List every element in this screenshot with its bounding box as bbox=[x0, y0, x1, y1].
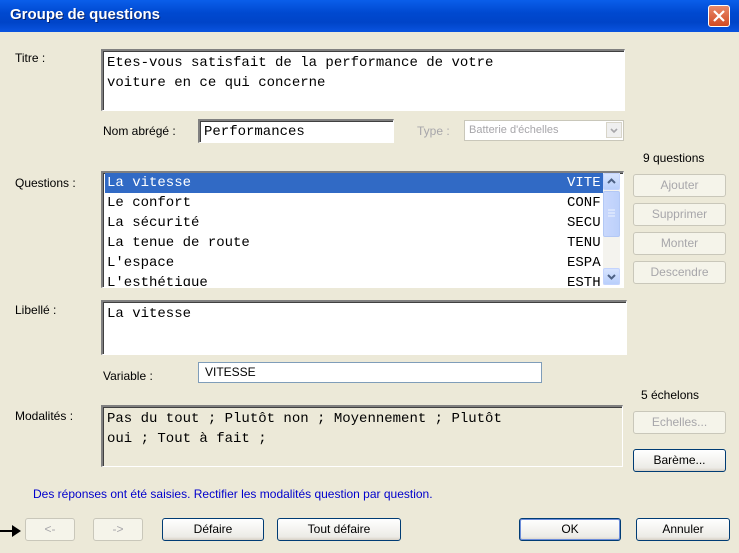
titre-textarea[interactable]: Etes-vous satisfait de la performance de… bbox=[101, 49, 625, 111]
defaire-button[interactable]: Défaire bbox=[162, 518, 264, 541]
scroll-thumb[interactable] bbox=[603, 191, 620, 237]
list-item-code: TENU bbox=[567, 235, 601, 251]
monter-button[interactable]: Monter bbox=[633, 232, 726, 255]
chevron-down-icon bbox=[610, 128, 618, 134]
list-item-code: ESTH bbox=[567, 275, 601, 286]
next-button[interactable]: -> bbox=[93, 518, 143, 541]
ok-button[interactable]: OK bbox=[519, 518, 621, 541]
descendre-button[interactable]: Descendre bbox=[633, 261, 726, 284]
echelons-count: 5 échelons bbox=[641, 388, 700, 402]
previous-button[interactable]: <- bbox=[25, 518, 75, 541]
list-item[interactable]: La tenue de route TENU bbox=[105, 233, 603, 253]
chevron-up-icon bbox=[607, 178, 616, 184]
arrow-right-icon bbox=[0, 525, 21, 537]
annuler-button[interactable]: Annuler bbox=[636, 518, 730, 541]
list-item-code: CONF bbox=[567, 195, 601, 211]
libelle-label: Libellé : bbox=[15, 303, 57, 317]
notice-text: Des réponses ont été saisies. Rectifier … bbox=[33, 487, 433, 501]
list-item-code: ESPA bbox=[567, 255, 601, 271]
echelles-button[interactable]: Echelles... bbox=[633, 411, 726, 434]
nom-abrege-label: Nom abrégé : bbox=[103, 124, 176, 138]
bareme-button[interactable]: Barème... bbox=[633, 449, 726, 472]
modalites-label: Modalités : bbox=[15, 409, 74, 423]
list-item[interactable]: L'esthétique ESTH bbox=[105, 273, 603, 286]
window-title: Groupe de questions bbox=[10, 6, 161, 23]
list-item-code: VITE bbox=[567, 175, 601, 191]
supprimer-button[interactable]: Supprimer bbox=[633, 203, 726, 226]
close-button[interactable] bbox=[708, 5, 730, 27]
list-item[interactable]: Le confort CONF bbox=[105, 193, 603, 213]
list-item-text: La sécurité bbox=[107, 215, 200, 231]
nom-abrege-input[interactable]: Performances bbox=[198, 119, 394, 143]
variable-label: Variable : bbox=[103, 369, 153, 383]
ajouter-button[interactable]: Ajouter bbox=[633, 174, 726, 197]
title-bar[interactable]: Groupe de questions bbox=[0, 0, 739, 32]
type-select-value: Batterie d'échelles bbox=[469, 124, 559, 136]
dialog-window: Groupe de questions Titre : Etes-vous sa… bbox=[0, 0, 739, 553]
questions-list-viewport: La vitesse VITE Le confort CONF La sécurit… bbox=[103, 173, 603, 286]
questions-label: Questions : bbox=[15, 176, 76, 190]
list-item-text: La tenue de route bbox=[107, 235, 250, 251]
dropdown-arrow bbox=[606, 122, 622, 138]
type-select: Batterie d'échelles bbox=[464, 120, 624, 141]
tout-defaire-button[interactable]: Tout défaire bbox=[277, 518, 401, 541]
list-item-text: L'espace bbox=[107, 255, 175, 271]
list-item-code: SECU bbox=[567, 215, 601, 231]
questions-scrollbar[interactable] bbox=[603, 173, 620, 285]
grip-icon bbox=[608, 209, 615, 217]
scroll-down-button[interactable] bbox=[603, 268, 620, 285]
titre-label: Titre : bbox=[15, 51, 46, 65]
list-item-text: Le confort bbox=[107, 195, 192, 211]
list-item[interactable]: La sécurité SECU bbox=[105, 213, 603, 233]
list-item-text: La vitesse bbox=[107, 175, 192, 191]
list-item[interactable]: L'espace ESPA bbox=[105, 253, 603, 273]
questions-count: 9 questions bbox=[643, 151, 705, 165]
libelle-textarea[interactable]: La vitesse bbox=[101, 300, 627, 355]
list-item-text: L'esthétique bbox=[107, 275, 208, 286]
list-item[interactable]: La vitesse VITE bbox=[105, 173, 603, 193]
modalites-textarea: Pas du tout ; Plutôt non ; Moyennement ;… bbox=[101, 405, 623, 467]
variable-input[interactable]: VITESSE bbox=[198, 362, 542, 383]
scroll-up-button[interactable] bbox=[603, 173, 620, 190]
close-icon bbox=[713, 10, 725, 22]
chevron-down-icon bbox=[607, 274, 616, 280]
type-label: Type : bbox=[417, 124, 450, 138]
questions-listbox[interactable]: La vitesse VITE Le confort CONF La sécurit… bbox=[101, 171, 624, 288]
